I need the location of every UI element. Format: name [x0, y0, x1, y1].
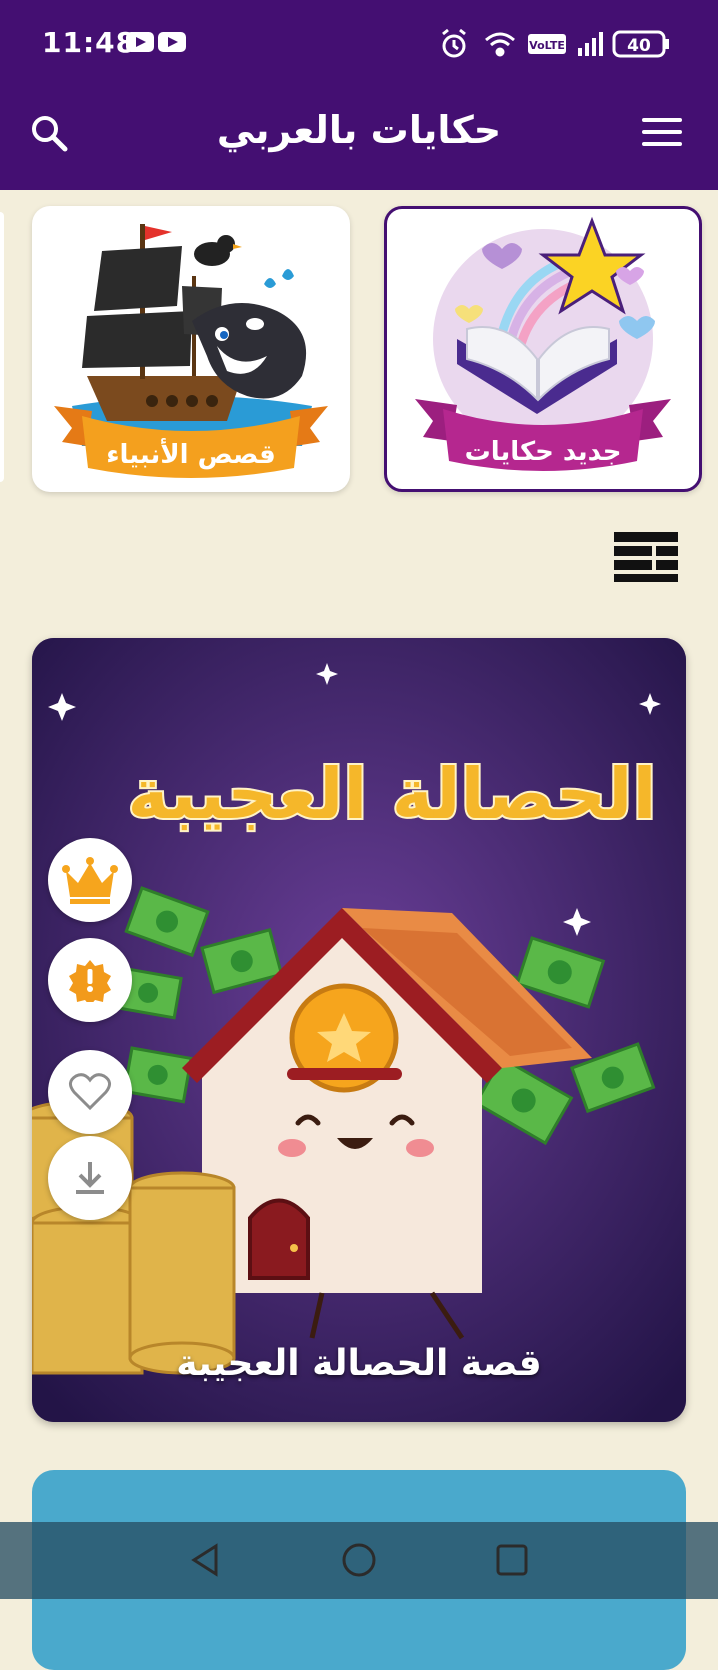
- heart-icon: [69, 1073, 111, 1111]
- back-nav-icon[interactable]: [186, 1540, 226, 1580]
- favorite-button[interactable]: [48, 1050, 132, 1134]
- alarm-icon: [442, 28, 466, 58]
- youtube-notification-icon: [126, 32, 154, 52]
- status-time: 11:48: [42, 26, 137, 59]
- battery-icon: 40: [612, 30, 669, 58]
- youtube-notification-icon: [158, 32, 186, 52]
- category-card-partial[interactable]: [0, 212, 4, 482]
- status-bar: 11:48 VoLTE 40: [0, 0, 718, 88]
- story-cover-illustration: الحصالة العجيبة: [32, 638, 686, 1422]
- premium-button[interactable]: [48, 838, 132, 922]
- download-button[interactable]: [48, 1136, 132, 1220]
- app-title: حكايات بالعربي: [216, 108, 502, 152]
- wifi-icon: [485, 32, 515, 57]
- app-bar: حكايات بالعربي: [0, 88, 718, 190]
- battery-level: 40: [627, 36, 651, 56]
- download-icon: [76, 1162, 104, 1194]
- category-card-prophets[interactable]: قصص الأنبياء: [32, 206, 350, 492]
- story-artwork-title: الحصالة العجيبة: [128, 753, 657, 835]
- crown-icon: [62, 857, 118, 904]
- category-label: قصص الأنبياء: [106, 440, 276, 470]
- status-icons: VoLTE 40: [442, 28, 669, 58]
- category-card-new-stories[interactable]: جديد حكايات: [384, 206, 702, 492]
- category-label: جديد حكايات: [464, 437, 622, 467]
- story-title: قصة الحصالة العجيبة: [176, 1343, 542, 1384]
- home-nav-icon[interactable]: [339, 1540, 379, 1580]
- recents-nav-icon[interactable]: [492, 1540, 532, 1580]
- story-card[interactable]: الحصالة العجيبة قصة الحصالة العجيبة: [32, 638, 686, 1422]
- report-button[interactable]: [48, 938, 132, 1022]
- alert-icon: [69, 960, 111, 1002]
- volte-label: VoLTE: [529, 39, 565, 52]
- system-navigation-bar: [0, 1522, 718, 1599]
- menu-icon[interactable]: [642, 118, 682, 152]
- signal-icon: [578, 32, 603, 56]
- list-layout-toggle-icon[interactable]: [614, 532, 678, 582]
